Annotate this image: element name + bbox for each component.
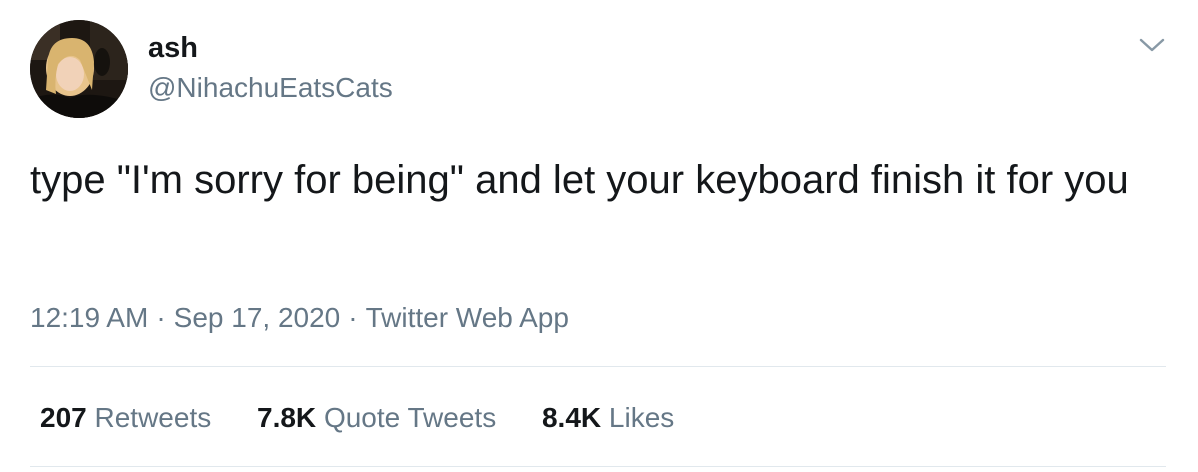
quote-tweets-label: Quote Tweets <box>323 402 497 433</box>
tweet-stats: 207 Retweets 7.8K Quote Tweets 8.4K Like… <box>40 398 712 438</box>
tweet-card: ash @NihachuEatsCats type "I'm sorry for… <box>0 0 1198 472</box>
divider <box>30 466 1166 467</box>
tweet-date[interactable]: Sep 17, 2020 <box>174 302 341 333</box>
avatar[interactable] <box>30 20 128 118</box>
likes-label: Likes <box>608 402 675 433</box>
meta-separator: · <box>348 302 358 333</box>
retweets-stat[interactable]: 207 Retweets <box>40 402 211 433</box>
avatar-image <box>30 20 128 118</box>
user-handle[interactable]: @NihachuEatsCats <box>148 70 393 106</box>
likes-count: 8.4K <box>541 402 602 433</box>
retweets-label: Retweets <box>94 402 212 433</box>
tweet-text: type "I'm sorry for being" and let your … <box>30 158 1129 202</box>
divider <box>30 366 1166 367</box>
tweet-timestamp[interactable]: 12:19 AM <box>30 302 148 333</box>
retweets-count: 207 <box>40 402 87 433</box>
display-name[interactable]: ash <box>148 30 198 66</box>
meta-separator: · <box>156 302 166 333</box>
quote-tweets-stat[interactable]: 7.8K Quote Tweets <box>257 402 496 433</box>
quote-tweets-count: 7.8K <box>257 402 317 433</box>
chevron-down-icon[interactable] <box>1138 34 1166 56</box>
tweet-meta: 12:19 AM · Sep 17, 2020 · Twitter Web App <box>30 298 569 338</box>
likes-stat[interactable]: 8.4K Likes <box>542 402 674 433</box>
tweet-source[interactable]: Twitter Web App <box>366 302 569 333</box>
